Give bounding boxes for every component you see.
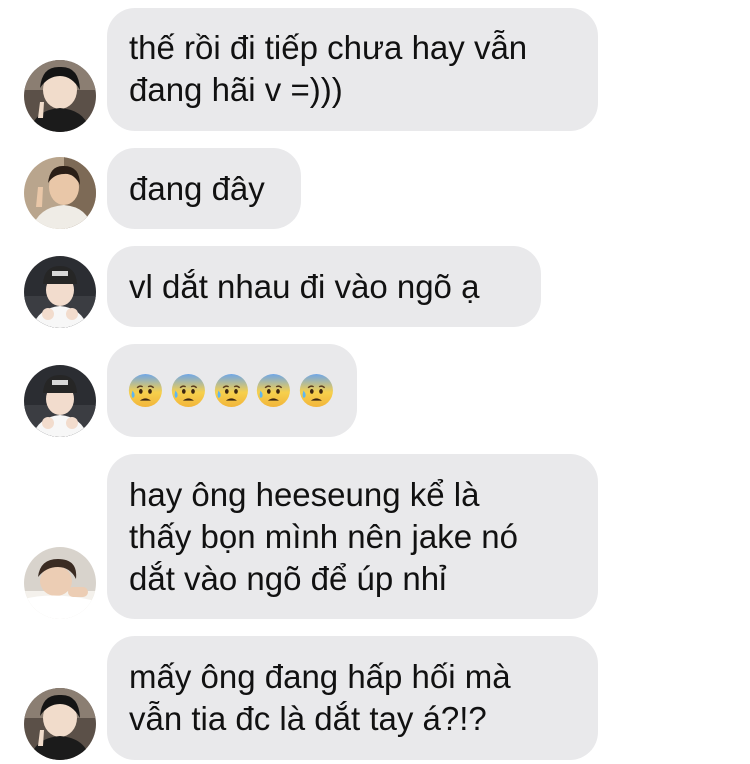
- message-text: thế rồi đi tiếp chưa hay vẫn: [129, 29, 528, 66]
- sender-avatar[interactable]: [24, 547, 96, 619]
- message-bubble[interactable]: thế rồi đi tiếp chưa hay vẫn đang hãi v …: [107, 8, 598, 131]
- chat-thread: thế rồi đi tiếp chưa hay vẫn đang hãi v …: [0, 0, 750, 764]
- message-text: vẫn tia đc là dắt tay á?!?: [129, 700, 487, 737]
- sender-avatar[interactable]: [24, 157, 96, 229]
- sender-avatar[interactable]: [24, 60, 96, 132]
- message-text: hay ông heeseung kể là: [129, 476, 480, 513]
- anxious-face-with-sweat-emoji: [128, 373, 162, 408]
- message-bubble[interactable]: đang đây: [107, 148, 301, 229]
- anxious-face-with-sweat-emoji: [171, 373, 205, 408]
- emoji-bubble[interactable]: [107, 344, 357, 437]
- message-text: đang đây: [129, 170, 265, 207]
- message-bubble[interactable]: hay ông heeseung kể là thấy bọn mình nên…: [107, 454, 598, 619]
- message-bubble[interactable]: vl dắt nhau đi vào ngõ ạ: [107, 246, 541, 327]
- message-text: thấy bọn mình nên jake nó: [129, 518, 518, 555]
- sender-avatar[interactable]: [24, 688, 96, 760]
- anxious-face-with-sweat-emoji: [257, 373, 291, 408]
- anxious-face-with-sweat-emoji: [300, 373, 334, 408]
- sender-avatar[interactable]: [24, 256, 96, 328]
- message-text: dắt vào ngõ để úp nhỉ: [129, 560, 447, 597]
- sender-avatar[interactable]: [24, 365, 96, 437]
- message-text: mấy ông đang hấp hối mà: [129, 658, 511, 695]
- anxious-face-with-sweat-emoji: [214, 373, 248, 408]
- emoji-row: [127, 344, 335, 437]
- message-text: vl dắt nhau đi vào ngõ ạ: [129, 268, 480, 305]
- message-text: đang hãi v =))): [129, 71, 343, 108]
- message-bubble[interactable]: mấy ông đang hấp hối mà vẫn tia đc là dắ…: [107, 636, 598, 760]
